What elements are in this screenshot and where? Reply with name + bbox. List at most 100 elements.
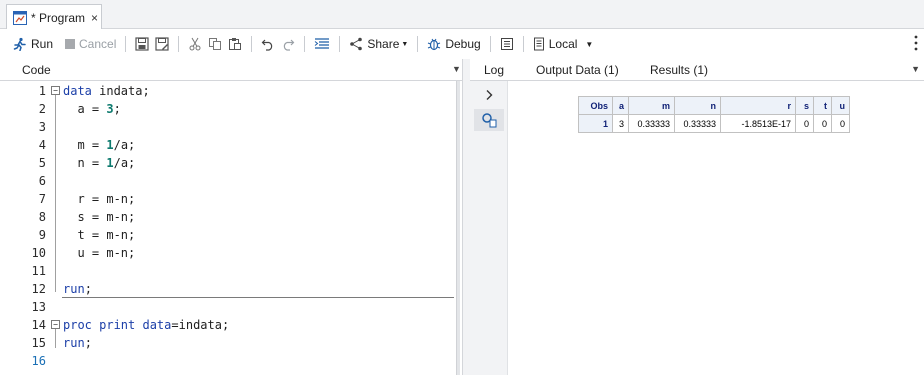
code-line: 13 — [0, 298, 456, 316]
line-number: 4 — [38, 138, 46, 152]
results-icon — [482, 113, 497, 128]
format-code-icon — [315, 38, 330, 49]
code-text: u = m-n; — [63, 246, 136, 260]
paste-button[interactable] — [225, 33, 245, 55]
line-number: 3 — [38, 120, 46, 134]
table-cell: 0 — [813, 114, 832, 133]
program-icon — [13, 10, 27, 25]
tab-results[interactable]: Results (1) — [650, 63, 708, 77]
toolbar-divider — [522, 36, 524, 52]
column-header: a — [612, 96, 629, 115]
save-button[interactable] — [132, 33, 152, 55]
column-header: s — [795, 96, 814, 115]
run-icon — [13, 37, 26, 51]
line-number: 16 — [31, 354, 46, 368]
code-text: data indata; — [63, 84, 150, 98]
column-header: u — [831, 96, 850, 115]
line-number: 2 — [38, 102, 46, 116]
lines-icon — [500, 38, 513, 50]
code-line: 10 u = m-n; — [0, 244, 456, 262]
line-number: 7 — [38, 192, 46, 206]
copy-icon — [209, 38, 222, 50]
cut-button[interactable] — [185, 33, 205, 55]
line-number: 15 — [31, 336, 46, 350]
results-view-button[interactable] — [474, 109, 504, 131]
run-label: Run — [31, 37, 54, 51]
line-numbers-button[interactable] — [497, 33, 517, 55]
expand-button[interactable] — [474, 84, 504, 106]
close-tab-icon[interactable]: × — [91, 11, 98, 25]
code-line: 16 — [0, 352, 456, 370]
line-number: 1 — [38, 84, 46, 98]
program-tab-label: * Program — [31, 10, 86, 25]
toolbar-divider — [339, 36, 341, 52]
copy-button[interactable] — [205, 33, 225, 55]
fold-toggle-icon[interactable]: − — [51, 320, 60, 329]
code-text: run; — [63, 282, 92, 296]
save-as-icon — [155, 37, 169, 51]
cut-icon — [189, 37, 201, 51]
chevron-down-icon[interactable]: ▼ — [452, 64, 461, 74]
code-line: 12 run; — [0, 280, 456, 298]
code-line: 1 − data indata; — [0, 82, 456, 100]
line-number: 9 — [38, 228, 46, 242]
code-line: 6 — [0, 172, 456, 190]
line-number: 10 — [31, 246, 46, 260]
code-text: m = 1/a; — [63, 138, 136, 152]
tab-log[interactable]: Log — [484, 63, 504, 77]
line-number: 14 — [31, 318, 46, 332]
code-line: 15 run; — [0, 334, 456, 352]
toolbar-divider — [304, 36, 306, 52]
code-line: 8 s = m-n; — [0, 208, 456, 226]
toolbar-divider — [417, 36, 419, 52]
save-as-button[interactable] — [152, 33, 172, 55]
results-side-strip — [470, 81, 508, 375]
code-panel-header: Code ▼ — [0, 59, 468, 81]
column-header: t — [813, 96, 832, 115]
undo-button[interactable] — [258, 33, 278, 55]
cancel-label: Cancel — [79, 37, 117, 51]
tab-output-data[interactable]: Output Data (1) — [536, 63, 619, 77]
cancel-button[interactable]: Cancel — [62, 33, 119, 55]
redo-button[interactable] — [278, 33, 298, 55]
server-dropdown[interactable]: Local ▼ — [530, 33, 597, 55]
code-line: 3 — [0, 118, 456, 136]
column-header: r — [720, 96, 796, 115]
line-number: 12 — [31, 282, 46, 296]
table-cell: -1.8513E-17 — [720, 114, 796, 133]
debug-label: Debug — [445, 37, 481, 51]
share-label: Share — [367, 37, 400, 51]
run-button[interactable]: Run — [10, 33, 56, 55]
share-icon — [350, 37, 363, 51]
code-text: proc print data=indata; — [63, 318, 230, 332]
program-tab[interactable]: * Program × — [6, 4, 102, 30]
toolbar-divider — [489, 36, 491, 52]
code-line: 14 − proc print data=indata; — [0, 316, 456, 334]
code-text: a = 3; — [63, 102, 121, 116]
editor-scrollbar[interactable] — [456, 81, 460, 375]
format-code-button[interactable] — [311, 33, 333, 55]
code-text: t = m-n; — [63, 228, 136, 242]
column-header: n — [674, 96, 721, 115]
code-text: r = m-n; — [63, 192, 136, 206]
debug-icon — [428, 38, 441, 51]
chevron-down-icon[interactable]: ▼ — [911, 64, 920, 74]
table-cell: 1 — [578, 114, 613, 133]
code-editor[interactable]: 1 − data indata; 2 a = 3; 3 4 m = 1/a; 5… — [0, 81, 456, 375]
toolbar: Run Cancel Share ▼ Debug Local ▼ — [0, 29, 924, 59]
table-cell: 0.33333 — [674, 114, 721, 133]
panel-splitter[interactable] — [462, 59, 470, 375]
redo-icon — [284, 39, 295, 51]
code-line: 9 t = m-n; — [0, 226, 456, 244]
column-header: m — [628, 96, 675, 115]
fold-toggle-icon[interactable]: − — [51, 86, 60, 95]
more-icon[interactable] — [914, 35, 918, 51]
chevron-down-icon: ▼ — [585, 39, 594, 49]
code-text: s = m-n; — [63, 210, 136, 224]
table-cell: 0.33333 — [628, 114, 675, 133]
undo-icon — [262, 39, 273, 51]
results-panel-header: Log Output Data (1) Results (1) ▼ — [470, 59, 924, 81]
share-button[interactable]: Share ▼ — [346, 33, 411, 55]
results-table: Obs a m n r s t u 1 3 0.33333 0.33333 -1… — [578, 96, 850, 133]
debug-button[interactable]: Debug — [424, 33, 483, 55]
